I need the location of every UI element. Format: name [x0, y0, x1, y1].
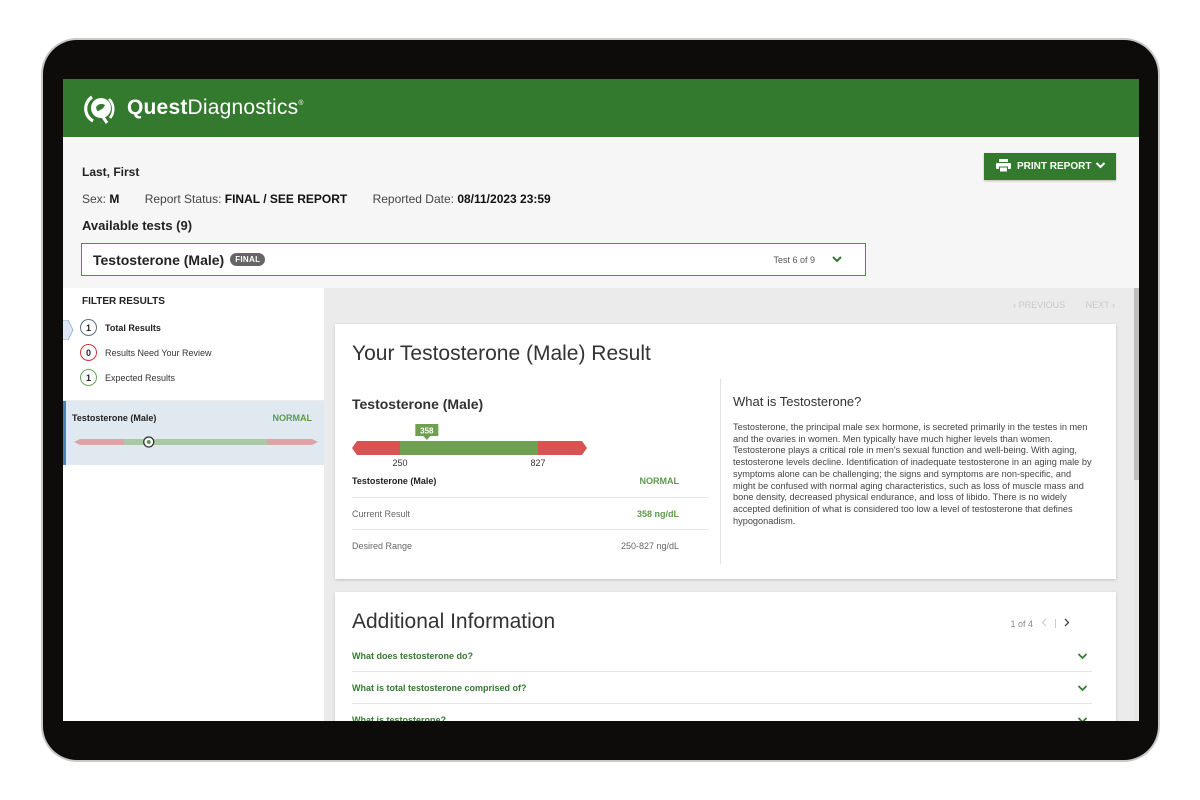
faq-item[interactable]: What is total testosterone comprised of? [352, 672, 1092, 704]
current-result-row: Current Result 358 ng/dL [352, 498, 709, 530]
result-item-name: Testosterone (Male) [72, 413, 157, 423]
scrollbar-thumb[interactable] [1134, 288, 1139, 480]
result-card: Your Testosterone (Male) Result Testoste… [335, 324, 1116, 579]
desired-range-row: Desired Range 250-827 ng/dL [352, 530, 709, 562]
brand-logo-text: QuestDiagnostics® [127, 96, 304, 119]
filter-results-panel: FILTER RESULTS 1 Total Results 0 Results… [63, 288, 324, 400]
print-report-button[interactable]: PRINT REPORT [984, 153, 1116, 180]
page-indicator: 1 of 4 [1010, 618, 1033, 629]
result-pager: ‹ PREVIOUS NEXT › [995, 300, 1115, 310]
result-details: Testosterone (Male) NORMAL Current Resul… [352, 476, 709, 562]
additional-info-card: Additional Information 1 of 4 What does … [335, 592, 1116, 721]
chevron-down-icon[interactable] [1077, 679, 1088, 697]
card-divider [720, 379, 721, 564]
desired-range-label: Desired Range [352, 541, 413, 551]
value-flag-label: 358 [420, 427, 434, 436]
patient-name: Last, First [82, 165, 140, 179]
range-bar: 358 250 827 [352, 424, 587, 468]
chevron-left-icon[interactable] [1041, 618, 1047, 629]
chevron-down-icon[interactable] [831, 251, 843, 269]
app-screen: QuestDiagnostics® Last, First Sex: M Rep… [63, 79, 1139, 721]
print-report-label: PRINT REPORT [1017, 161, 1092, 172]
info-title: What is Testosterone? [733, 394, 862, 409]
faq-item[interactable]: What is testosterone? [352, 704, 1092, 721]
result-value-flag: 358 [415, 424, 439, 440]
report-meta: Sex: M Report Status: FINAL / SEE REPORT… [82, 192, 573, 206]
filter-expected-results[interactable]: 1 Expected Results [80, 369, 175, 386]
filter-label: Total Results [105, 322, 161, 333]
current-result-label: Current Result [352, 508, 411, 519]
filter-label: Results Need Your Review [105, 347, 212, 358]
faq-question: What is total testosterone comprised of? [352, 682, 527, 693]
filter-needs-review[interactable]: 0 Results Need Your Review [80, 344, 212, 361]
faq-question: What is testosterone? [352, 714, 447, 722]
results-area: FILTER RESULTS 1 Total Results 0 Results… [63, 288, 1139, 721]
status-row: Testosterone (Male) NORMAL [352, 476, 709, 498]
filter-total-results[interactable]: 1 Total Results [80, 319, 161, 336]
range-high-label: 827 [530, 458, 545, 468]
test-position: Test 6 of 9 [773, 254, 815, 265]
mini-result-marker-dot [146, 440, 151, 444]
range-high-segment [538, 441, 587, 455]
faq-item[interactable]: What does testosterone do? [352, 640, 1092, 672]
sidebar-empty-area [63, 465, 324, 721]
desired-range-value: 250-827 ng/dL [620, 541, 679, 551]
filter-label: Expected Results [105, 372, 176, 383]
report-status-field: Report Status: FINAL / SEE REPORT [144, 192, 348, 206]
mini-low-segment [74, 439, 124, 445]
quest-logo-icon[interactable] [83, 91, 117, 125]
count-badge: 0 [80, 344, 97, 361]
chevron-down-icon[interactable] [1077, 711, 1088, 721]
chevron-down-icon[interactable] [1077, 647, 1088, 665]
result-card-title: Your Testosterone (Male) Result [352, 342, 651, 365]
chevron-right-icon[interactable] [1064, 618, 1070, 629]
result-item-status: NORMAL [272, 413, 313, 423]
count-badge: 1 [80, 319, 97, 336]
selected-test-name: Testosterone (Male) [93, 251, 225, 268]
scrollbar[interactable] [1134, 288, 1139, 721]
status-row-label: Testosterone (Male) [352, 476, 437, 486]
next-button[interactable]: NEXT › [1086, 300, 1115, 310]
chevron-down-icon [1095, 161, 1106, 172]
range-low-segment [352, 441, 400, 455]
faq-question: What does testosterone do? [352, 650, 474, 661]
filter-title: FILTER RESULTS [82, 296, 165, 307]
top-header: QuestDiagnostics® [63, 79, 1139, 137]
additional-pager: 1 of 4 [1010, 618, 1070, 629]
additional-info-title: Additional Information [352, 610, 556, 633]
result-list-item[interactable]: Testosterone (Male) NORMAL [63, 401, 324, 465]
mini-range-bar [74, 436, 318, 448]
sex-field: Sex: M [82, 192, 120, 206]
selected-indicator-icon [63, 319, 74, 345]
pager-divider [1055, 619, 1056, 628]
reported-date-field: Reported Date: 08/11/2023 23:59 [372, 192, 551, 206]
available-tests-heading: Available tests (9) [82, 218, 193, 233]
final-badge: FINAL [230, 253, 266, 266]
status-value: NORMAL [639, 476, 680, 486]
printer-icon [996, 158, 1011, 175]
range-low-label: 250 [392, 458, 407, 468]
test-selector-dropdown[interactable]: Testosterone (Male) FINAL Test 6 of 9 [81, 243, 866, 276]
count-badge: 1 [80, 369, 97, 386]
mini-high-segment [267, 439, 318, 445]
range-normal-segment [400, 441, 538, 455]
info-body: Testosterone, the principal male sex hor… [733, 422, 1092, 526]
result-test-name: Testosterone (Male) [352, 396, 484, 412]
previous-button[interactable]: ‹ PREVIOUS [1013, 300, 1065, 310]
current-result-value: 358 ng/dL [636, 508, 679, 519]
